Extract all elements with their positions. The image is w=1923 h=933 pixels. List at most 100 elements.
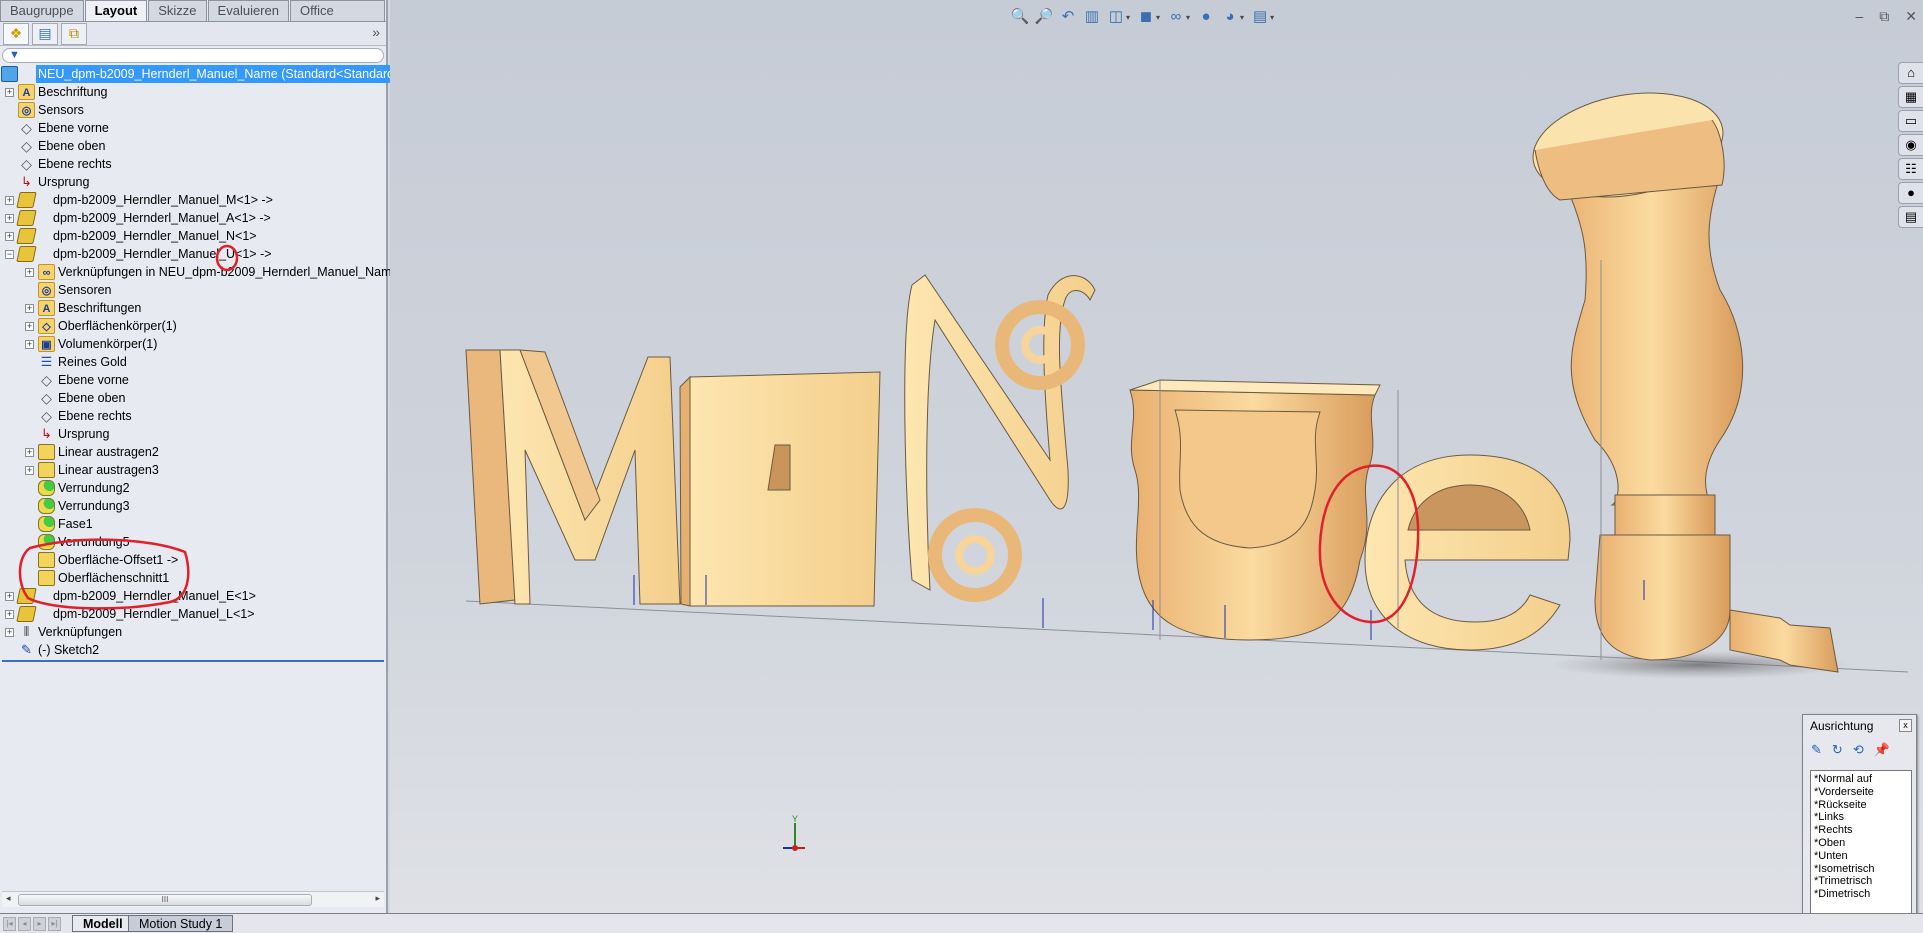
expand-icon[interactable]: + [5, 628, 14, 637]
expand-icon[interactable]: + [25, 340, 34, 349]
view-palette-icon[interactable]: ☷ [1898, 158, 1923, 180]
scroll-left-icon[interactable]: ◂ [6, 893, 11, 904]
expand-icon[interactable]: + [25, 322, 34, 331]
expand-icon[interactable]: + [5, 196, 14, 205]
next-tab-icon[interactable]: ▸ [33, 917, 46, 931]
tree-item[interactable]: ◇ Ebene vorne [0, 119, 386, 137]
expand-icon[interactable]: + [5, 610, 14, 619]
feature-manager-icon[interactable]: ❖ [3, 22, 29, 45]
orientation-item[interactable]: *Dimetrisch [1814, 888, 1908, 901]
orientation-item[interactable]: *Trimetrisch [1814, 875, 1908, 888]
tree-item[interactable]: Fase1 [0, 515, 386, 533]
tree-item[interactable]: + A Beschriftungen [0, 299, 386, 317]
tree-item[interactable]: ↳ Ursprung [0, 173, 386, 191]
dropdown-arrow-icon[interactable]: ▾ [1240, 13, 1244, 22]
expand-icon[interactable]: + [25, 268, 34, 277]
tree-item[interactable]: ◎ Sensoren [0, 281, 386, 299]
search-icon[interactable]: ◉ [1898, 134, 1923, 156]
new-view-icon[interactable]: ✎ [1811, 742, 1822, 758]
scroll-right-icon[interactable]: ▸ [375, 893, 380, 904]
tree-item[interactable]: ↳ Ursprung [0, 425, 386, 443]
tree-item[interactable]: ◇ Ebene oben [0, 137, 386, 155]
orientation-item[interactable]: *Oben [1814, 837, 1908, 850]
tree-item[interactable]: + Linear austragen2 [0, 443, 386, 461]
custom-properties-icon[interactable]: ▤ [1898, 206, 1923, 228]
update-view-icon[interactable]: ↻ [1832, 742, 1843, 758]
expand-icon[interactable]: + [25, 304, 34, 313]
tree-item[interactable]: Oberfläche-Offset1 -> [0, 551, 386, 569]
3d-model-manuel[interactable] [390, 0, 1923, 913]
orientation-item[interactable]: *Isometrisch [1814, 863, 1908, 876]
prev-tab-icon[interactable]: ◂ [18, 917, 31, 931]
tab-layout[interactable]: Layout [84, 0, 148, 21]
tab-modell[interactable]: Modell [72, 915, 134, 932]
expand-panel-button[interactable]: » [372, 24, 380, 40]
orientation-item[interactable]: *Vorderseite [1814, 786, 1908, 799]
tree-item[interactable]: + dpm-b2009_Herndler_Manuel_E<1> [0, 587, 386, 605]
tree-filter-input[interactable]: ▼ [2, 48, 384, 63]
home-icon[interactable]: ⌂ [1898, 62, 1923, 84]
dropdown-arrow-icon[interactable]: ▾ [1126, 13, 1130, 22]
dropdown-arrow-icon[interactable]: ▾ [1156, 13, 1160, 22]
tree-item[interactable]: ◎ Sensors [0, 101, 386, 119]
letter-l-stamp[interactable] [1525, 79, 1839, 673]
view-orientation-icon[interactable]: ◫ [1106, 7, 1126, 27]
orientation-item[interactable]: *Rückseite [1814, 799, 1908, 812]
tree-item[interactable]: + ⫴ Verknüpfungen [0, 623, 386, 641]
tab-motion-study-1[interactable]: Motion Study 1 [128, 915, 234, 932]
configuration-manager-icon[interactable]: ⧉ [61, 22, 87, 45]
reset-views-icon[interactable]: ⟲ [1853, 742, 1864, 758]
letter-m[interactable] [465, 349, 681, 605]
letter-u[interactable] [1129, 379, 1381, 641]
expand-icon[interactable]: + [5, 232, 14, 241]
view-settings-icon[interactable]: ▤ [1250, 7, 1270, 27]
expand-icon[interactable]: + [25, 448, 34, 457]
tree-item[interactable]: Verrundung5 [0, 533, 386, 551]
tree-item[interactable]: ◇ Ebene rechts [0, 407, 386, 425]
tree-item[interactable]: + ▣ Volumenkörper(1) [0, 335, 386, 353]
tree-item[interactable]: ☰ Reines Gold [0, 353, 386, 371]
tree-item[interactable]: + ∞ Verknüpfungen in NEU_dpm-b2009_Hernder… [0, 263, 399, 281]
tree-item[interactable]: ✎ (-) Sketch2 [0, 641, 386, 659]
design-library-icon[interactable]: ▦ [1898, 86, 1923, 108]
orientation-item[interactable]: *Links [1814, 811, 1908, 824]
tree-item[interactable]: + ◇ Oberflächenkörper(1) [0, 317, 386, 335]
previous-view-icon[interactable]: ↶ [1058, 7, 1078, 27]
tree-item[interactable]: + dpm-b2009_Herndler_Manuel_N<1> [0, 227, 386, 245]
orientation-close-button[interactable]: x [1899, 719, 1912, 732]
tab-skizze[interactable]: Skizze [148, 0, 207, 21]
letter-e[interactable] [1364, 454, 1571, 651]
appearances-icon[interactable]: ● [1898, 182, 1923, 204]
dropdown-arrow-icon[interactable]: ▾ [1186, 13, 1190, 22]
orientation-item[interactable]: *Rechts [1814, 824, 1908, 837]
file-explorer-icon[interactable]: ▭ [1898, 110, 1923, 132]
tree-item[interactable]: − dpm-b2009_Herndler_Manuel_U<1> -> [0, 245, 386, 263]
tree-item[interactable]: + dpm-b2009_Herndler_Manuel_L<1> [0, 605, 386, 623]
restore-button[interactable]: ⧉ [1879, 8, 1889, 25]
section-view-icon[interactable]: ▥ [1082, 7, 1102, 27]
property-manager-icon[interactable]: ▤ [32, 22, 58, 45]
apply-scene-icon[interactable]: ◕ [1220, 7, 1240, 27]
dropdown-arrow-icon[interactable]: ▾ [1270, 13, 1274, 22]
last-tab-icon[interactable]: ▸| [48, 917, 61, 931]
close-button[interactable]: ✕ [1905, 8, 1917, 25]
tree-item[interactable]: ◇ Ebene vorne [0, 371, 386, 389]
tree-item[interactable]: + dpm-b2009_Hernderl_Manuel_A<1> -> [0, 209, 386, 227]
tree-item[interactable]: Verrundung3 [0, 497, 386, 515]
zoom-to-fit-icon[interactable]: 🔍 [1010, 7, 1030, 27]
pin-dialog-icon[interactable]: 📌 [1874, 742, 1890, 758]
edit-appearance-icon[interactable]: ● [1196, 7, 1216, 27]
tree-item[interactable]: + A Beschriftung [0, 83, 386, 101]
minimize-button[interactable]: – [1855, 8, 1863, 25]
display-style-icon[interactable]: ◼ [1136, 7, 1156, 27]
tree-item[interactable]: ◇ Ebene oben [0, 389, 386, 407]
tree-item[interactable]: + Linear austragen3 [0, 461, 386, 479]
horizontal-scrollbar[interactable]: ◂ III ▸ [2, 891, 384, 907]
tree-item[interactable]: + dpm-b2009_Herndler_Manuel_M<1> -> [0, 191, 386, 209]
orientation-item[interactable]: *Unten [1814, 850, 1908, 863]
scroll-thumb[interactable]: III [18, 894, 312, 906]
collapse-icon[interactable]: − [5, 250, 14, 259]
expand-icon[interactable]: + [25, 466, 34, 475]
rollback-bar[interactable] [2, 660, 384, 662]
tab-baugruppe[interactable]: Baugruppe [0, 0, 84, 21]
